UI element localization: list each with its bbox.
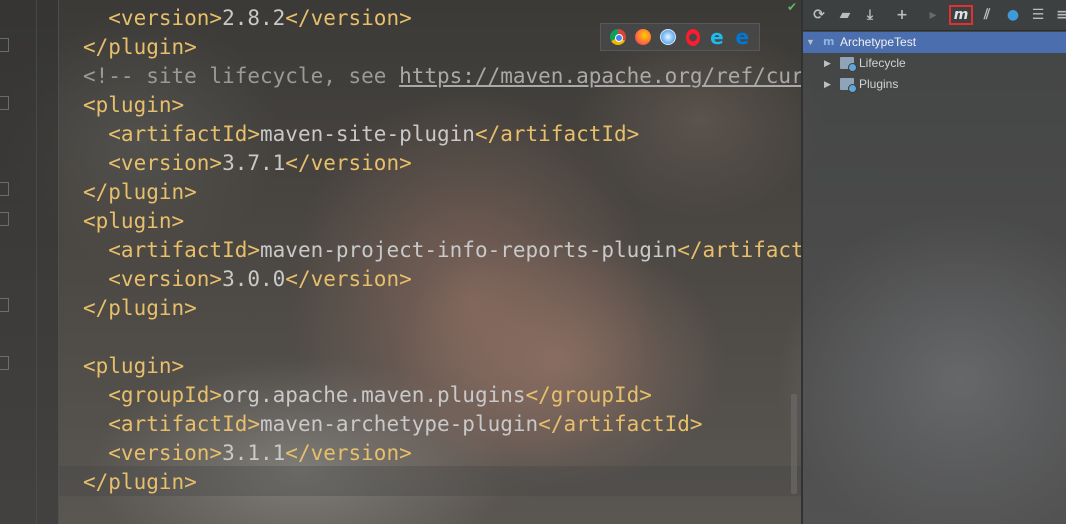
code-line[interactable]: <artifactId>maven-archetype-plugin</arti… (83, 410, 801, 439)
fold-marker[interactable] (0, 182, 9, 196)
code-token: </version> (285, 267, 412, 291)
plugins-folder-icon (840, 78, 857, 93)
open-in-browser-bar: e e (600, 23, 760, 51)
code-token: <!-- site lifecycle, see (83, 64, 400, 88)
editor-scrollbar-thumb[interactable] (791, 394, 797, 494)
code-token: <plugin> (83, 209, 185, 233)
code-token: 3.1.1 (222, 441, 286, 465)
safari-icon[interactable] (660, 29, 677, 45)
edge-icon[interactable]: e (734, 27, 750, 47)
code-line[interactable]: <groupId>org.apache.maven.plugins</group… (83, 381, 801, 410)
add-icon[interactable]: + (892, 5, 912, 25)
code-token: <plugin> (83, 93, 185, 117)
code-token: </artifactId> (474, 122, 640, 146)
code-token: <version> (83, 441, 223, 465)
execute-maven-goal-button[interactable]: m (949, 5, 973, 25)
code-token: </artifactId> (538, 412, 703, 436)
code-line[interactable]: <!-- site lifecycle, see https://maven.a… (83, 62, 801, 91)
tree-item-lifecycle[interactable]: ▶ Lifecycle (803, 53, 1066, 74)
code-editor[interactable]: <version>2.8.2</version> </plugin> <!-- si… (83, 4, 801, 524)
code-line[interactable]: <artifactId>maven-site-plugin</artifactI… (83, 120, 801, 149)
code-token: </artifactI (677, 238, 801, 262)
fold-marker[interactable] (0, 96, 9, 110)
code-line[interactable]: <plugin> (83, 207, 801, 236)
code-token: maven-archetype-plugin (260, 412, 539, 436)
collapse-all-icon[interactable]: ≡ (1052, 5, 1066, 25)
code-line[interactable]: <version>3.7.1</version> (83, 149, 801, 178)
fold-column (36, 0, 59, 524)
run-icon[interactable]: ▸ (923, 5, 943, 25)
fold-marker[interactable] (0, 38, 9, 52)
code-line[interactable] (83, 323, 801, 352)
tree-item-plugins[interactable]: ▶ Plugins (803, 74, 1066, 95)
fold-marker[interactable] (0, 356, 9, 370)
opera-icon[interactable] (685, 28, 700, 46)
code-token: maven-project-info-reports-plugin (260, 238, 678, 262)
expand-down-icon[interactable]: ▼ (806, 32, 815, 53)
tree-item-archetypetest[interactable]: ▼ m ArchetypeTest (803, 32, 1066, 53)
code-token: </plugin> (83, 470, 197, 494)
generate-sources-icon[interactable]: ▰ (835, 5, 855, 25)
code-token: </plugin> (83, 180, 197, 204)
toggle-offline-icon[interactable]: ⫽ (977, 5, 997, 25)
code-token: <version> (83, 6, 223, 30)
expand-right-icon[interactable]: ▶ (824, 53, 831, 74)
code-line[interactable]: </plugin> (83, 468, 801, 497)
code-token: maven-site-plugin (260, 122, 475, 146)
code-token: <version> (83, 267, 223, 291)
code-token: </version> (285, 6, 412, 30)
code-line[interactable]: <version>3.1.1</version> (83, 439, 801, 468)
maven-tool-window: ⟳ ▰ ⤓ + ▸ m ⫽ ● ☰ ≡ ▼ m ArchetypeTest ▶ … (803, 0, 1066, 524)
code-line[interactable]: <plugin> (83, 91, 801, 120)
code-token: <artifactId> (83, 122, 261, 146)
code-token: <artifactId> (83, 412, 261, 436)
firefox-icon[interactable] (634, 29, 651, 45)
code-line[interactable]: </plugin> (83, 294, 801, 323)
code-token: </groupId> (525, 383, 652, 407)
code-token: 2.8.2 (222, 6, 286, 30)
code-token: </plugin> (83, 35, 197, 59)
code-token: </plugin> (83, 296, 197, 320)
tree-item-label: Plugins (859, 77, 899, 91)
tree-item-label: Lifecycle (859, 56, 906, 70)
reload-icon[interactable]: ⟳ (809, 5, 829, 25)
code-token: 3.0.0 (222, 267, 286, 291)
inspection-ok-icon[interactable]: ✔ (787, 0, 797, 14)
ie-icon[interactable]: e (709, 27, 725, 47)
download-icon[interactable]: ⤓ (860, 5, 880, 25)
code-token: <groupId> (83, 383, 223, 407)
skip-tests-icon[interactable]: ● (1003, 5, 1023, 25)
fold-marker[interactable] (0, 212, 9, 226)
code-token: <version> (83, 151, 223, 175)
maven-projects-tree: ▼ m ArchetypeTest ▶ Lifecycle ▶ Plugins (803, 32, 1066, 95)
code-token: <artifactId> (83, 238, 261, 262)
tree-item-label: ArchetypeTest (840, 35, 917, 49)
code-token: </version> (285, 441, 412, 465)
chrome-icon[interactable] (609, 29, 626, 45)
code-line[interactable]: <version>3.0.0</version> (83, 265, 801, 294)
maven-project-icon: m (823, 35, 835, 48)
code-line[interactable]: </plugin> (83, 178, 801, 207)
code-token: org.apache.maven.plugins (222, 383, 526, 407)
lifecycle-folder-icon (840, 57, 857, 72)
code-token: 3.7.1 (222, 151, 286, 175)
code-line[interactable]: <plugin> (83, 352, 801, 381)
maven-toolbar: ⟳ ▰ ⤓ + ▸ m ⫽ ● ☰ ≡ (803, 0, 1066, 31)
expand-right-icon[interactable]: ▶ (824, 74, 831, 95)
code-token: </version> (285, 151, 412, 175)
code-line[interactable]: <artifactId>maven-project-info-reports-p… (83, 236, 801, 265)
fold-marker[interactable] (0, 298, 9, 312)
show-dependencies-icon[interactable]: ☰ (1028, 5, 1048, 25)
code-token: <plugin> (83, 354, 185, 378)
code-token: https://maven.apache.org/ref/curr (399, 64, 801, 88)
editor-gutter[interactable] (0, 0, 59, 524)
